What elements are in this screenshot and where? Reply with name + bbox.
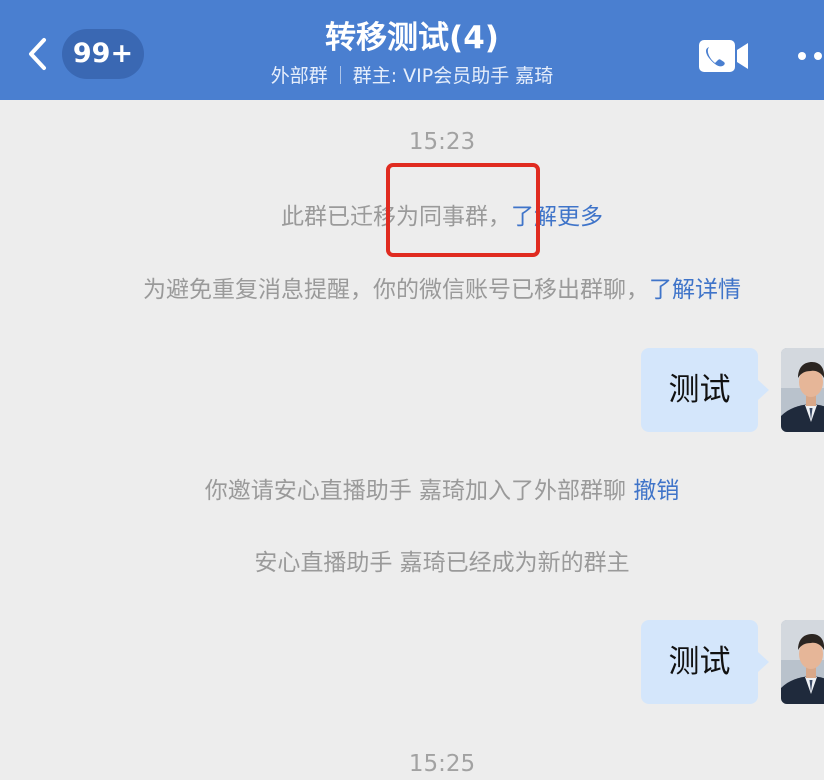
system-message-text: 安心直播助手 嘉琦已经成为新的群主 [254, 550, 630, 576]
avatar[interactable] [781, 620, 824, 704]
user-avatar-icon [781, 620, 824, 704]
more-dots-icon [814, 52, 822, 60]
system-message-text: 此群已迁移为同事群， [281, 204, 511, 230]
external-group-tag: 外部群 [270, 65, 328, 87]
system-message-new-owner: 安心直播助手 嘉琦已经成为新的群主 [0, 546, 824, 580]
avatar[interactable] [781, 348, 824, 432]
system-message-invite: 你邀请安心直播助手 嘉琦加入了外部群聊 撤销 [0, 474, 824, 508]
chat-bubble-outgoing[interactable]: 测试 [641, 348, 769, 432]
system-message-migrated: 此群已迁移为同事群，了解更多 [0, 200, 824, 234]
system-message-text: 你邀请安心直播助手 嘉琦加入了外部群聊 [204, 478, 626, 504]
learn-more-link[interactable]: 了解更多 [511, 204, 603, 230]
learn-details-link[interactable]: 了解详情 [649, 277, 741, 303]
message-list[interactable]: 15:23 此群已迁移为同事群，了解更多 为避免重复消息提醒，你的微信账号已移出… [0, 100, 824, 777]
system-message-text: 为避免重复消息提醒，你的微信账号已移出群聊， [143, 277, 649, 303]
more-options-button[interactable] [796, 46, 824, 66]
more-dots-icon [798, 52, 806, 60]
user-avatar-icon [781, 348, 824, 432]
video-call-button[interactable] [698, 38, 750, 74]
timestamp: 15:23 [408, 129, 476, 155]
chat-bubble-outgoing[interactable]: 测试 [641, 620, 769, 704]
chat-header: 99+ 转移测试(4) 外部群 群主: VIP会员助手 嘉琦 [0, 0, 824, 100]
group-owner-info[interactable]: 群主: VIP会员助手 嘉琦 [353, 65, 554, 87]
video-call-icon [699, 40, 748, 72]
timestamp: 15:25 [408, 751, 476, 777]
revoke-link[interactable]: 撤销 [633, 478, 679, 504]
subtitle-divider [339, 66, 341, 84]
system-message-removed: 为避免重复消息提醒，你的微信账号已移出群聊，了解详情 [0, 273, 824, 307]
